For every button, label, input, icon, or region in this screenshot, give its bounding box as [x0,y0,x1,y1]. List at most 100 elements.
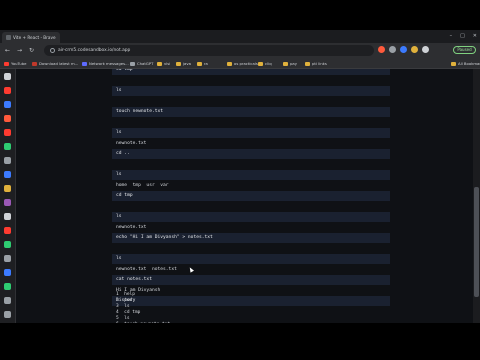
extension-icon[interactable] [400,46,407,53]
bookmark-item[interactable]: cliq [258,60,272,67]
terminal-command: ls [112,254,390,264]
bookmark-label: ra [204,61,208,66]
bookmark-label: java [183,61,191,66]
sidebar-toggle-icon[interactable] [4,73,11,80]
terminal-command: ls [112,128,390,138]
brave-shield-icon[interactable] [378,46,385,53]
bookmark-label: All Bookmarks [458,61,480,66]
address-url: air-crm5.codesandbox.io/not.app [58,48,131,53]
sidebar-app-icon[interactable] [4,255,11,262]
bookmark-label: vlsi [164,61,171,66]
terminal-command: cd tmp [112,69,390,75]
profile-button[interactable]: Paused [453,46,476,54]
sidebar-app-icon[interactable] [4,227,11,234]
bookmark-label: pay [290,61,297,66]
toolbar: ← → ↻ air-crm5.codesandbox.io/not.app Pa… [0,43,480,58]
terminal-command: ls [112,86,390,96]
terminal-output [112,75,390,86]
sidebar-app-icon[interactable] [4,129,11,136]
sidebar-app-icon[interactable] [4,269,11,276]
bookmark-folder-icon [283,61,288,66]
extension-icons [378,46,429,53]
bookmark-label: YouTube [11,61,27,66]
bookmark-folder-icon [176,61,181,66]
terminal-output [112,159,390,170]
forward-icon[interactable]: → [15,46,24,55]
bookmark-item[interactable]: All Bookmarks [451,60,480,67]
sidebar-app-icon[interactable] [4,199,11,206]
bookmark-item[interactable]: java [176,60,191,67]
address-bar[interactable]: air-crm5.codesandbox.io/not.app [44,45,374,56]
bookmark-item[interactable]: ChatGPT [130,60,153,67]
bookmark-folder-icon [4,61,9,66]
window-controls: – □ ✕ [450,31,477,41]
bookmark-label: Download latest m... [39,61,79,66]
bookmark-folder-icon [157,61,162,66]
terminal-command: cat notes.txt [112,275,390,285]
sidebar-app-icon[interactable] [4,143,11,150]
history-output: 1 help2 pwd3 ls4 cd tmp5 ls6 touch newno… [112,292,390,323]
bookmark-label: cliq [265,61,272,66]
maximize-icon[interactable]: □ [460,31,465,41]
bookmark-label: os practicals [234,61,258,66]
terminal-command: echo "Hi I am Divyansh" > notes.txt [112,233,390,243]
bookmark-folder-icon [82,61,87,66]
terminal-output [112,96,390,107]
terminal: cd tmp ls touch newnote.txt ls newnote.txt cd… [112,69,390,323]
bookmark-item[interactable]: pti links [305,60,327,67]
sidebar-app-icon[interactable] [4,283,11,290]
sidebar-app-icon[interactable] [4,241,11,248]
bookmark-folder-icon [305,61,310,66]
terminal-output [112,243,390,254]
sidebar-app-icon[interactable] [4,157,11,164]
sidebar-settings-icon[interactable] [4,297,11,304]
bookmark-item[interactable]: vlsi [157,60,170,67]
scrollbar[interactable] [473,69,480,323]
reload-icon[interactable]: ↻ [27,46,36,55]
tab-favicon-icon [6,35,11,40]
bookmark-label: pti links [312,61,327,66]
sidebar-app-icon[interactable] [4,101,11,108]
extension-icon[interactable] [411,46,418,53]
bookmarks-bar: YouTube Download latest m... Network messa… [0,58,480,69]
bookmark-item[interactable]: YouTube [4,60,26,67]
bookmark-item[interactable]: Network messages... [82,60,129,67]
bookmark-folder-icon [197,61,202,66]
terminal-output: newnote.txt [112,138,390,149]
bookmark-folder-icon [130,61,135,66]
bookmark-item[interactable]: pay [283,60,297,67]
site-info-icon[interactable] [50,48,55,53]
extensions-puzzle-icon[interactable] [422,46,429,53]
browser-window: Vite + React - Brave – □ ✕ ← → ↻ air-crm… [0,30,480,323]
back-icon[interactable]: ← [3,46,12,55]
tab-title: Vite + React - Brave [13,35,56,40]
sidebar-app-icon[interactable] [4,115,11,122]
terminal-command: ls [112,170,390,180]
tab-strip: Vite + React - Brave – □ ✕ [0,30,480,43]
letterbox-top [0,0,480,30]
extension-icon[interactable] [389,46,396,53]
terminal-command: cd .. [112,149,390,159]
terminal-output [112,201,390,212]
letterbox-bottom [0,323,480,360]
bookmark-folder-icon [227,61,232,66]
bookmark-label: ChatGPT [137,61,154,66]
bookmark-item[interactable]: os practicals [227,60,258,67]
terminal-output [112,117,390,128]
terminal-command: cd tmp [112,191,390,201]
terminal-output: home tmp usr var [112,180,390,191]
scrollbar-thumb[interactable] [474,187,479,297]
sidebar-app-icon[interactable] [4,87,11,94]
sidebar-more-icon[interactable] [4,311,11,318]
sidebar-app-icon[interactable] [4,185,11,192]
minimize-icon[interactable]: – [450,31,453,41]
terminal-command: touch newnote.txt [112,107,390,117]
side-panel [0,69,16,323]
bookmark-item[interactable]: ra [197,60,208,67]
close-icon[interactable]: ✕ [473,31,477,41]
terminal-output: newnote.txt notes.txt [112,264,390,275]
tab-active[interactable]: Vite + React - Brave [2,32,60,43]
sidebar-app-icon[interactable] [4,213,11,220]
sidebar-app-icon[interactable] [4,171,11,178]
bookmark-item[interactable]: Download latest m... [32,60,78,67]
